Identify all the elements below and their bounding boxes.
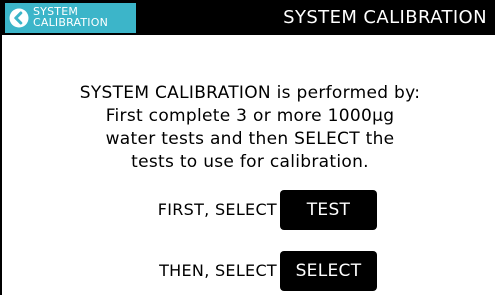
chevron-left-circle-icon <box>9 8 29 28</box>
then-select-label: THEN, SELECT <box>159 261 277 280</box>
back-button[interactable]: SYSTEM CALIBRATION <box>5 3 136 33</box>
page-title: SYSTEM CALIBRATION <box>283 7 487 28</box>
first-select-label: FIRST, SELECT <box>157 200 277 219</box>
system-calibration-screen: SYSTEM CALIBRATION SYSTEM CALIBRATION SY… <box>0 0 495 295</box>
test-button[interactable]: TEST <box>280 190 377 230</box>
select-tests-row: THEN, SELECT SELECT <box>0 251 495 291</box>
header-bar: SYSTEM CALIBRATION SYSTEM CALIBRATION <box>0 0 495 35</box>
select-button[interactable]: SELECT <box>280 251 377 291</box>
calibration-instructions: SYSTEM CALIBRATION is performed by: Firs… <box>79 83 421 172</box>
select-test-row: FIRST, SELECT TEST <box>0 190 495 230</box>
back-button-label: SYSTEM CALIBRATION <box>33 5 109 29</box>
